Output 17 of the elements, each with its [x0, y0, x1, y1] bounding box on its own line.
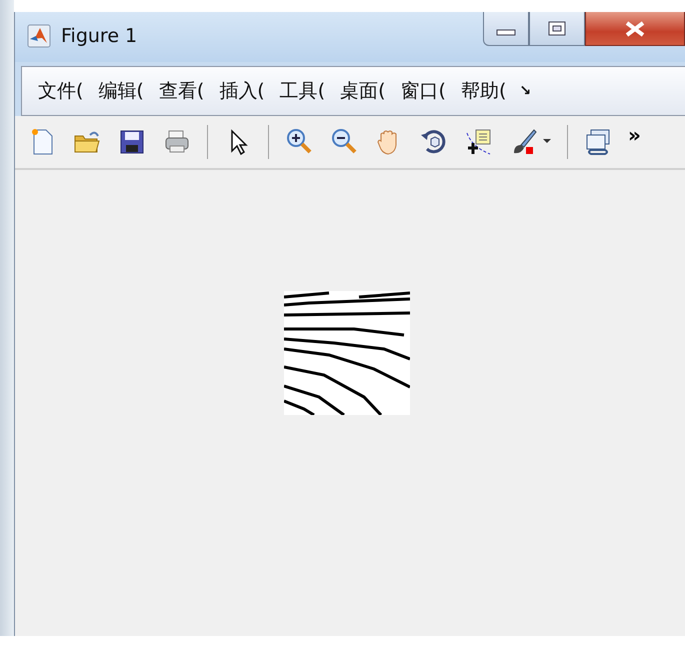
toolbar-overflow[interactable]: » — [628, 123, 641, 147]
matlab-logo-icon — [27, 24, 51, 48]
menu-item[interactable]: 插入( — [219, 78, 265, 104]
minimize-button[interactable] — [483, 12, 529, 46]
menu-item[interactable]: 工具( — [280, 78, 326, 104]
menu-item[interactable]: 查看( — [158, 78, 204, 104]
menu-item[interactable]: 窗口( — [400, 78, 446, 104]
close-icon[interactable] — [623, 20, 647, 38]
close-button[interactable] — [585, 12, 685, 46]
window-title: Figure 1 — [61, 25, 138, 47]
menu-overflow[interactable]: ↘ — [519, 83, 532, 99]
maximize-icon[interactable] — [546, 20, 568, 37]
menu-item[interactable]: 帮助( — [460, 78, 506, 104]
menu-item[interactable]: 桌面( — [340, 78, 386, 104]
menu-item[interactable]: 文件( — [38, 78, 84, 104]
maximize-button[interactable] — [529, 12, 585, 46]
menu-item[interactable]: 编辑( — [98, 78, 144, 104]
